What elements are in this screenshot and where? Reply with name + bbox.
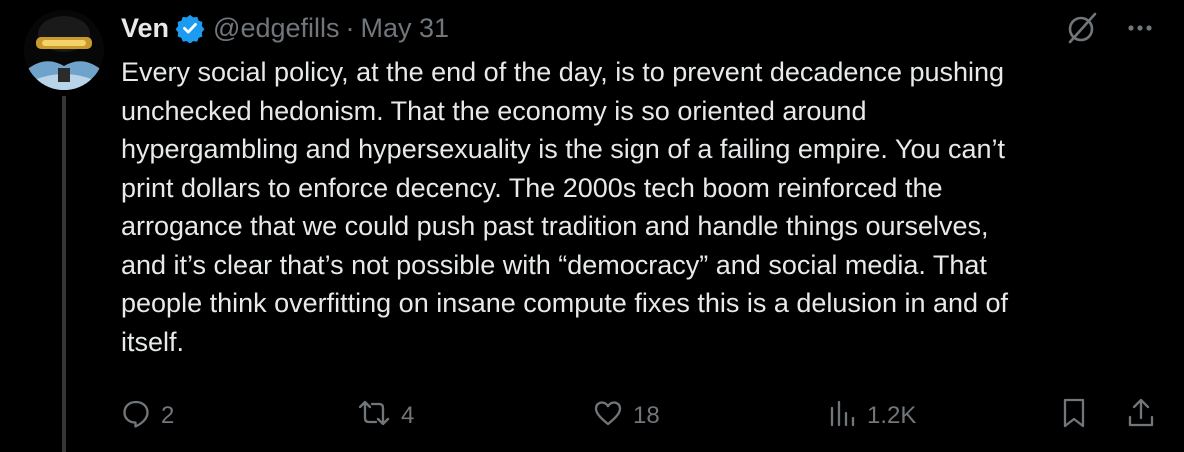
header-separator: · — [345, 12, 355, 43]
more-icon[interactable] — [1126, 14, 1154, 42]
tweet: Ven @edgefills · May 31 Every social pol — [0, 0, 1184, 452]
share-button[interactable] — [1126, 396, 1156, 436]
verified-badge-icon — [175, 13, 205, 43]
views-count: 1.2K — [867, 402, 917, 429]
heart-icon — [593, 398, 623, 435]
bookmark-button[interactable] — [1059, 396, 1089, 436]
tweet-text: Every social policy, at the end of the d… — [121, 57, 1009, 357]
reply-count: 2 — [161, 402, 175, 429]
thread-line — [62, 96, 66, 452]
repost-icon — [357, 398, 391, 435]
bookmark-icon — [1059, 397, 1089, 436]
reply-button[interactable]: 2 — [121, 396, 174, 436]
share-icon — [1126, 397, 1156, 436]
views-button[interactable]: 1.2K — [827, 396, 916, 436]
tweet-date[interactable]: May 31 — [361, 13, 450, 44]
analytics-icon — [827, 398, 857, 435]
author-name[interactable]: Ven — [121, 13, 169, 44]
like-count: 18 — [633, 402, 660, 429]
grok-icon[interactable] — [1064, 10, 1100, 46]
reply-icon — [121, 398, 151, 435]
repost-count: 4 — [401, 402, 415, 429]
like-button[interactable]: 18 — [593, 396, 660, 436]
author-handle[interactable]: @edgefills — [213, 13, 339, 44]
action-bar: 2 4 18 1.2K — [121, 396, 1156, 436]
repost-button[interactable]: 4 — [357, 396, 414, 436]
top-icons — [1064, 10, 1154, 46]
avatar[interactable] — [24, 10, 104, 90]
tweet-header: Ven @edgefills · May 31 — [121, 8, 449, 48]
